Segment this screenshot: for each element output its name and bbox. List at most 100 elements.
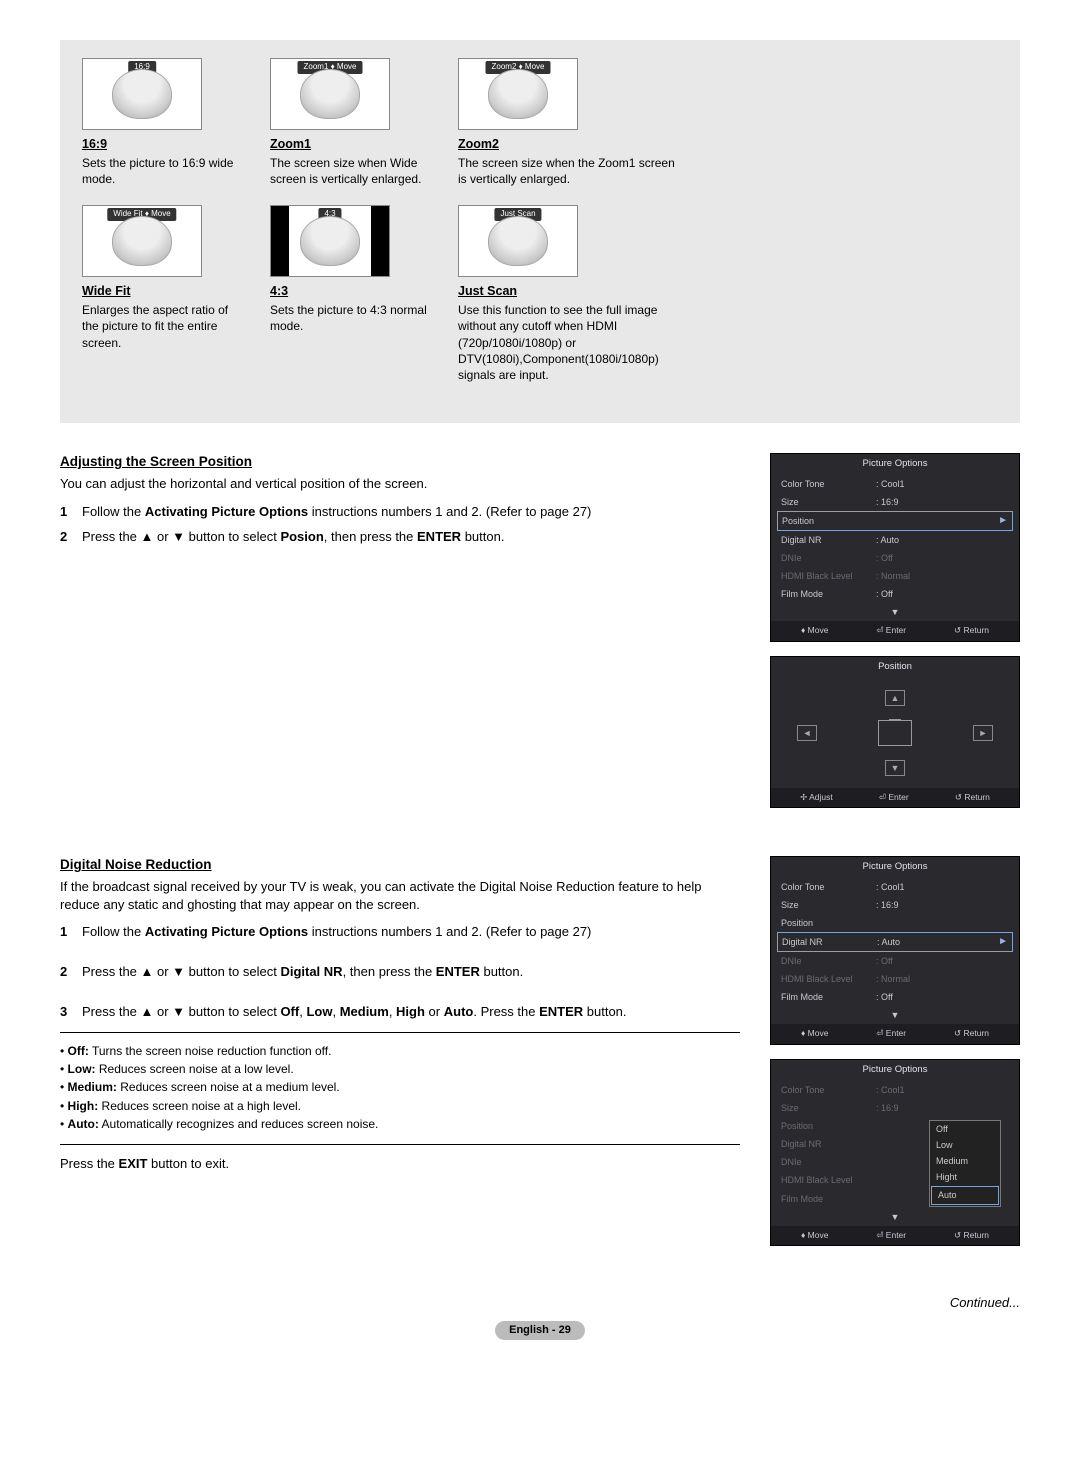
osd-footer-enter: ⏎ Enter [876,1028,906,1039]
mode-title: Just Scan [458,283,678,300]
more-indicator-icon: ▼ [771,603,1019,621]
step-text: button. [461,529,504,544]
osd-row-label: Size [781,899,876,911]
step-bold: Low [306,1004,332,1019]
chevron-right-icon: ► [998,935,1008,949]
mode-desc: The screen size when Wide screen is vert… [270,155,430,187]
osd-row-label: Digital NR [781,1138,876,1150]
section-adjust-position: Adjusting the Screen Position You can ad… [60,453,1020,822]
mode-title: 16:9 [82,136,242,153]
dropdown-option: Off [930,1121,1000,1137]
osd-row: Color Tone: Cool1 [771,878,1019,896]
osd-row-label: Position [782,515,877,527]
step-1: 1 Follow the Activating Picture Options … [60,503,740,521]
bullet-item: • Auto: Automatically recognizes and red… [60,1116,740,1132]
step-text: Press the ▲ or ▼ button to select [82,529,280,544]
osd-row: Position ► [777,511,1013,531]
osd-row: Digital NR: Auto► [777,932,1013,952]
chevron-right-icon: ► [998,514,1008,528]
osd-footer: ♦ Move ⏎ Enter ↺ Return [771,1226,1019,1245]
step-body: Follow the Activating Picture Options in… [82,923,740,941]
osd-row-label: HDMI Black Level [781,973,876,985]
arrow-down-icon: ▼ [885,760,905,776]
mode-desc: Enlarges the aspect ratio of the picture… [82,302,242,351]
section-title: Digital Noise Reduction [60,856,740,874]
step-1: 1 Follow the Activating Picture Options … [60,923,740,941]
osd-row-label: DNIe [781,552,876,564]
balloon-icon [488,69,548,119]
step-3: 3 Press the ▲ or ▼ button to select Off,… [60,1003,740,1021]
position-diagram: ▲ ▼ ◄ ► [771,678,1019,788]
osd-footer-enter: ⏎ Enter [876,1230,906,1241]
osd-row-value: : Cool1 [876,478,1009,490]
mode-row-1: 16:9 16:9 Sets the picture to 16:9 wide … [82,58,998,187]
balloon-icon [112,216,172,266]
mode-desc: The screen size when the Zoom1 screen is… [458,155,678,187]
dropdown-option: Medium [930,1153,1000,1169]
osd-footer-move: ♦ Move [801,625,828,636]
step-text: button. [583,1004,626,1019]
osd-row: Color Tone: Cool1 [771,475,1019,493]
osd-footer-return: ↺ Return [954,1230,989,1241]
step-text: instructions numbers 1 and 2. (Refer to … [308,924,591,939]
osd-row: Size: 16:9 [771,493,1019,511]
step-bold: Medium [340,1004,389,1019]
mode-title: 4:3 [270,283,430,300]
osd-row: HDMI Black Level: Normal [771,567,1019,585]
osd-header: Picture Options [771,857,1019,878]
step-number: 2 [60,528,82,546]
continued-label: Continued... [60,1294,1020,1312]
osd-picture-options-digitalnr: Picture Options Color Tone: Cool1Size: 1… [770,856,1020,1045]
osd-row-value: : 16:9 [876,496,1009,508]
balloon-icon [488,216,548,266]
nr-options-list: • Off: Turns the screen noise reduction … [60,1043,740,1132]
section-intro: You can adjust the horizontal and vertic… [60,475,740,493]
osd-footer-return: ↺ Return [955,792,990,803]
step-bold: Posion [280,529,323,544]
osd-row: Film Mode: Off [771,988,1019,1006]
divider [60,1032,740,1033]
bullet-item: • Low: Reduces screen noise at a low lev… [60,1061,740,1077]
osd-row-label: Position [781,917,876,929]
osd-footer-adjust: ✢ Adjust [800,792,833,803]
osd-picture-options-position: Picture Options Color Tone: Cool1Size: 1… [770,453,1020,642]
osd-row: Size: 16:9 [771,896,1019,914]
osd-row-value: : Off [876,588,1009,600]
osd-row-label: Digital NR [781,534,876,546]
more-indicator-icon: ▼ [771,1208,1019,1226]
step-body: Press the ▲ or ▼ button to select Digita… [82,963,740,981]
divider [60,1144,740,1145]
step-text: , [389,1004,396,1019]
osd-footer: ✢ Adjust ⏎ Enter ↺ Return [771,788,1019,807]
osd-footer-move: ♦ Move [801,1028,828,1039]
osd-row-label: Size [781,1102,876,1114]
osd-row-label: DNIe [781,955,876,967]
osd-row-value: : Cool1 [876,1084,1009,1096]
osd-row: Digital NR: Auto [771,531,1019,549]
page-number-pill: English - 29 [495,1321,585,1340]
arrow-left-icon: ◄ [797,725,817,741]
osd-row-value: : 16:9 [876,1102,1009,1114]
step-2: 2 Press the ▲ or ▼ button to select Posi… [60,528,740,546]
osd-row-label: Film Mode [781,1193,876,1205]
osd-row-label: HDMI Black Level [781,570,876,582]
thumb-widefit: Wide Fit ♦ Move [82,205,202,277]
osd-row-label: Color Tone [781,1084,876,1096]
step-bold: ENTER [417,529,461,544]
dropdown-option: Hight [930,1169,1000,1185]
osd-row-value: : Off [876,955,1009,967]
osd-picture-options-nr-dropdown: Picture Options Color Tone: Cool1Size: 1… [770,1059,1020,1246]
step-text: button to exit. [147,1156,229,1171]
nr-dropdown: OffLowMediumHightAuto [929,1120,1001,1207]
step-text: instructions numbers 1 and 2. (Refer to … [308,504,591,519]
mode-zoom1: Zoom1 ♦ Move Zoom1 The screen size when … [270,58,430,187]
step-text: Press the [60,1156,119,1171]
osd-row: HDMI Black Level: Normal [771,970,1019,988]
osd-row-value: : Auto [877,936,998,948]
step-body: Press the ▲ or ▼ button to select Off, L… [82,1003,740,1021]
step-number: 1 [60,923,82,941]
step-bold: ENTER [539,1004,583,1019]
osd-row: Color Tone: Cool1 [771,1081,1019,1099]
osd-header: Position [771,657,1019,678]
osd-row: Film Mode: Off [771,585,1019,603]
